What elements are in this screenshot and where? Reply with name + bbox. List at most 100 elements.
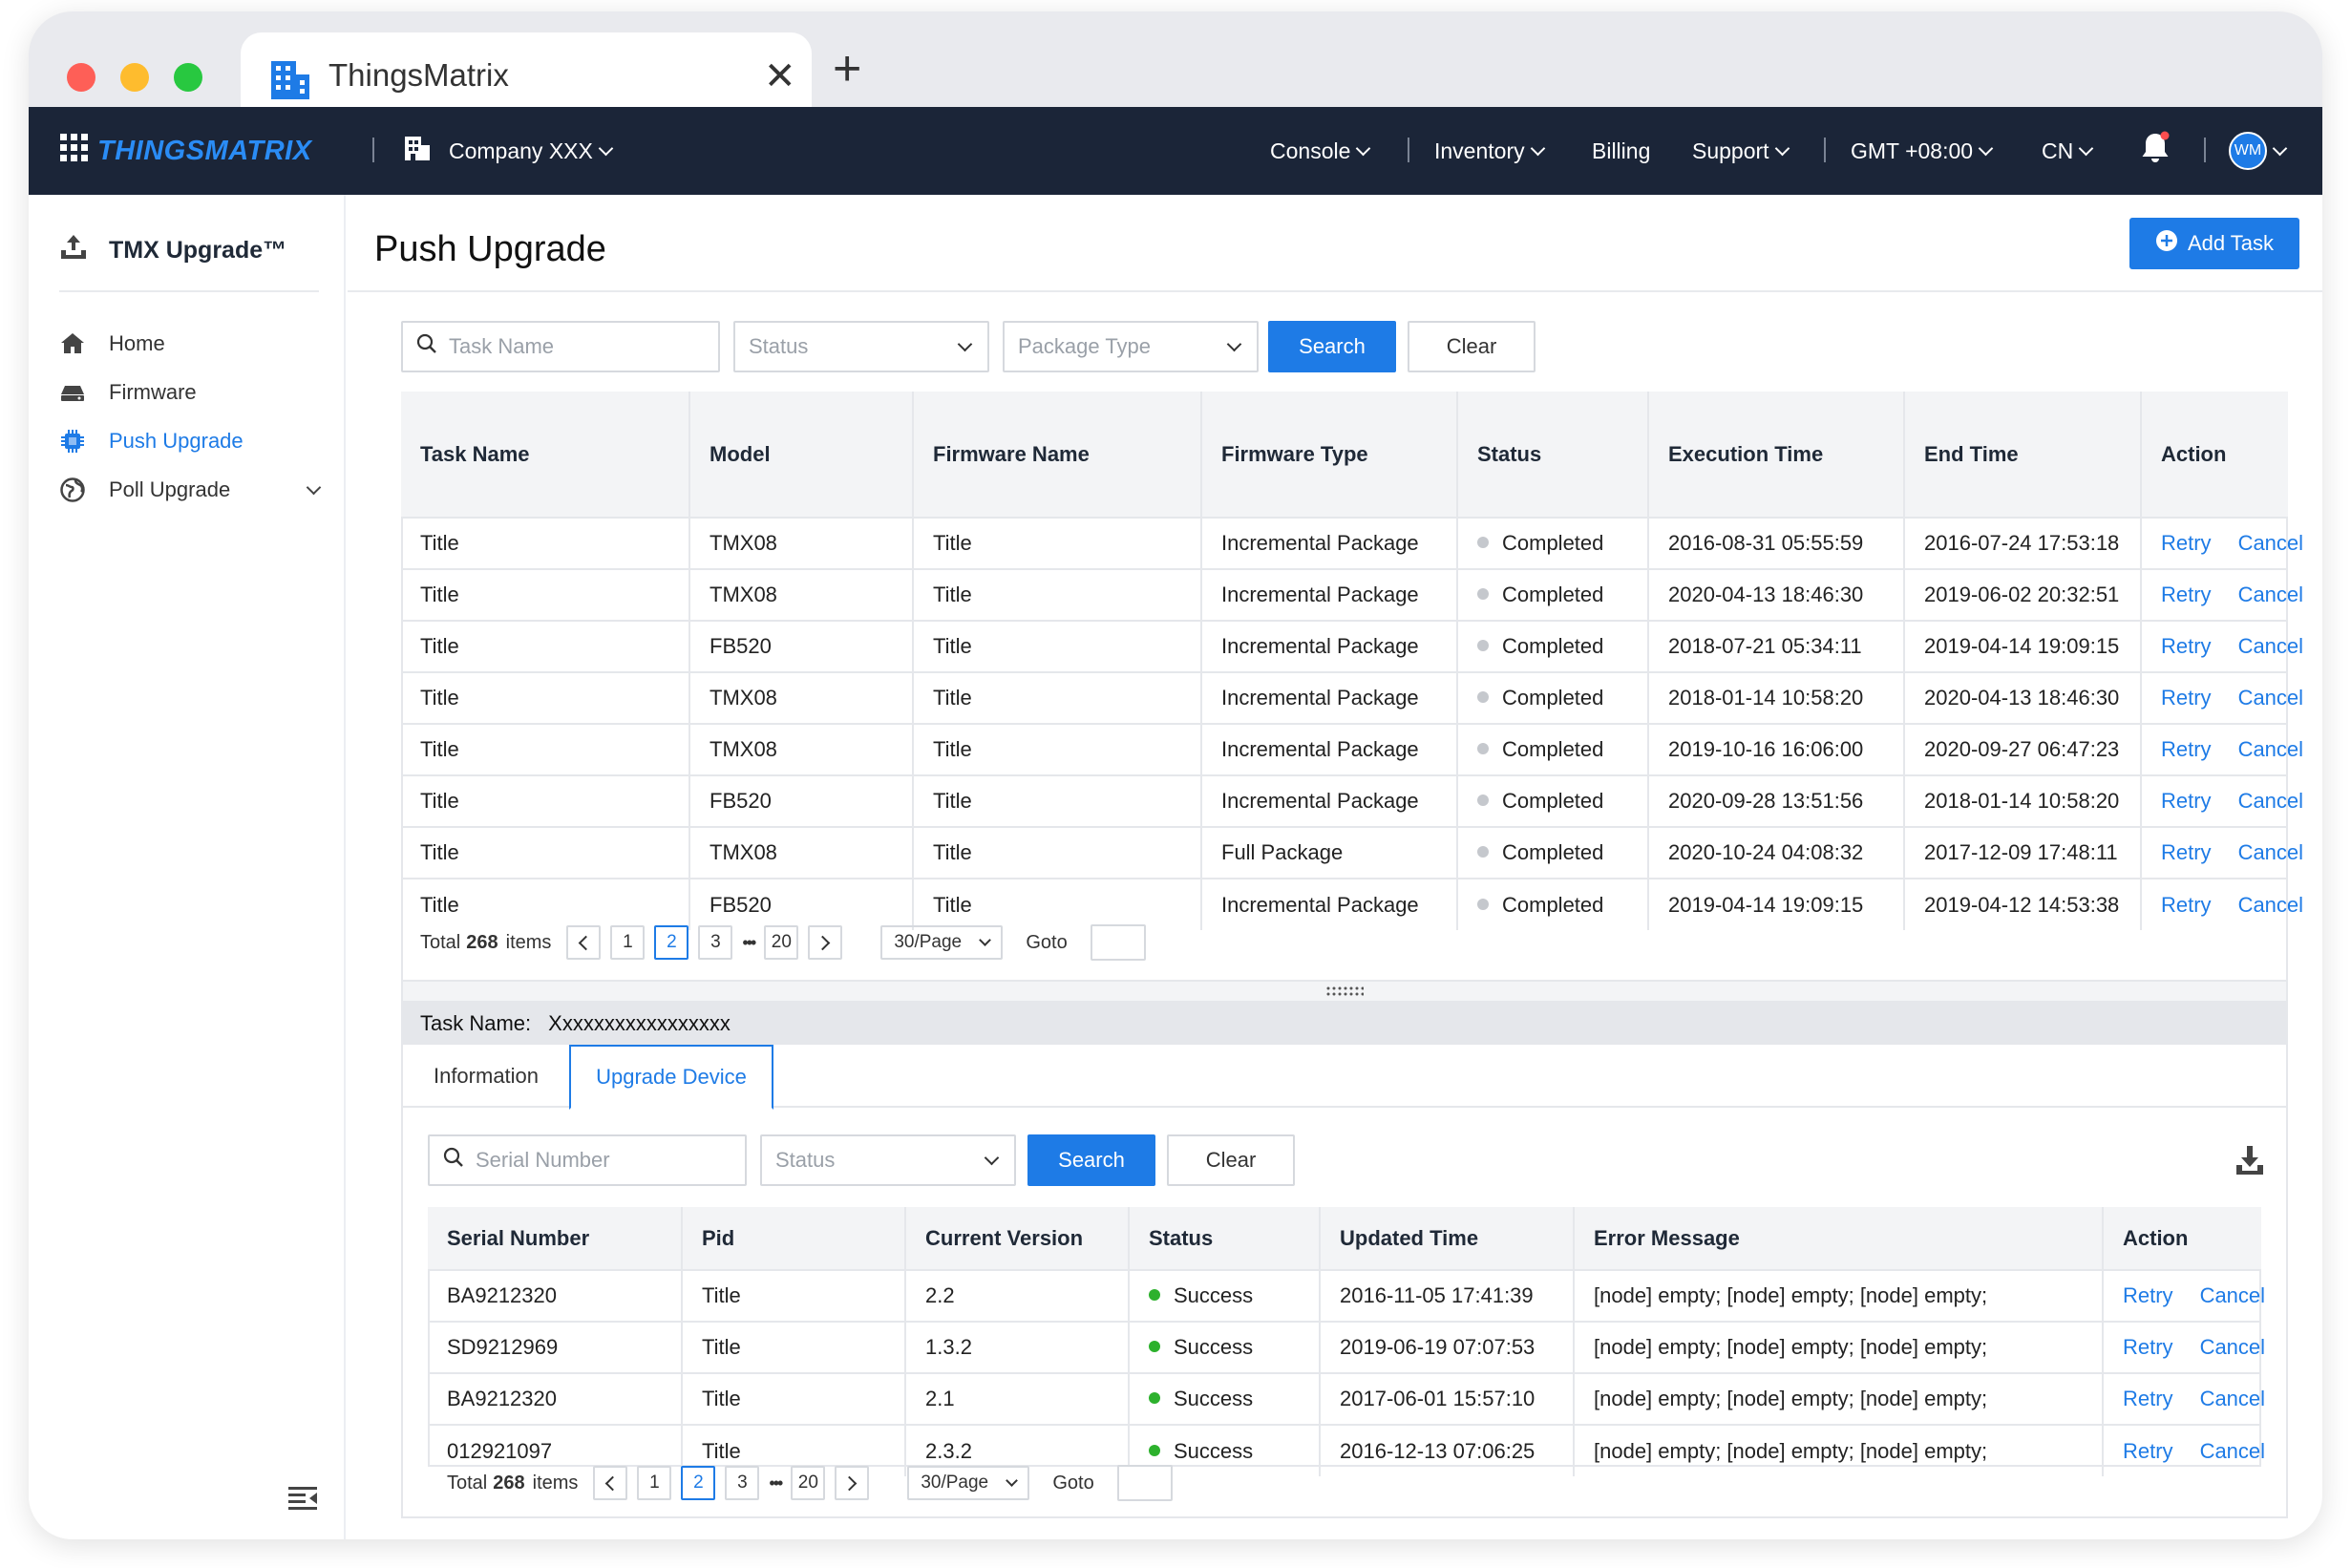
bell-icon[interactable] — [2139, 131, 2171, 171]
goto-input[interactable] — [1090, 924, 1146, 961]
cancel-link[interactable]: Cancel — [2238, 531, 2303, 555]
close-window-button[interactable] — [67, 63, 95, 92]
cancel-link[interactable]: Cancel — [2200, 1335, 2265, 1359]
page-size-select[interactable]: 30/Page — [907, 1466, 1030, 1500]
table-row[interactable]: BA9212320 Title 2.1 Success 2017-06-01 15:57… — [428, 1372, 2265, 1425]
column-header[interactable]: Pid — [682, 1207, 906, 1270]
table-row[interactable]: Title TMX08 Title Incremental Package Comple… — [401, 723, 2303, 775]
table-row[interactable]: Title TMX08 Title Full Package Completed 2020… — [401, 826, 2303, 879]
pagination-ellipsis[interactable]: ••• — [769, 1473, 783, 1494]
page-button-current[interactable]: 2 — [681, 1466, 716, 1500]
sidebar-item-firmware[interactable]: Firmware — [59, 373, 327, 412]
page-button[interactable]: 1 — [637, 1466, 672, 1500]
table-row[interactable]: Title FB520 Title Incremental Package Comple… — [401, 878, 2303, 930]
table-row[interactable]: SD9212969 Title 1.3.2 Success 2019-06-19 07:… — [428, 1321, 2265, 1373]
nav-support[interactable]: Support — [1692, 107, 1790, 195]
nav-billing[interactable]: Billing — [1592, 107, 1650, 195]
apps-grid-icon[interactable] — [59, 133, 90, 169]
page-button[interactable]: 20 — [764, 925, 799, 960]
column-header[interactable]: End Time — [1904, 392, 2142, 518]
status-select[interactable]: Status — [733, 321, 989, 372]
next-page-icon[interactable] — [808, 925, 843, 960]
sidebar-item-push-upgrade[interactable]: Push Upgrade — [59, 422, 327, 460]
column-header[interactable]: Model — [689, 392, 914, 518]
goto-input[interactable] — [1116, 1465, 1173, 1501]
retry-link[interactable]: Retry — [2123, 1439, 2173, 1463]
column-header[interactable]: Task Name — [401, 392, 690, 518]
retry-link[interactable]: Retry — [2161, 840, 2212, 864]
retry-link[interactable]: Retry — [2161, 686, 2212, 710]
retry-link[interactable]: Retry — [2161, 737, 2212, 761]
user-menu[interactable]: WM — [2229, 107, 2288, 195]
cancel-link[interactable]: Cancel — [2200, 1387, 2265, 1410]
sidebar-item-poll-upgrade[interactable]: Poll Upgrade — [59, 471, 327, 509]
page-button-current[interactable]: 2 — [654, 925, 689, 960]
page-button[interactable]: 20 — [791, 1466, 826, 1500]
column-header[interactable]: Status — [1129, 1207, 1321, 1270]
device-search-button[interactable]: Search — [1027, 1134, 1155, 1186]
language-selector[interactable]: CN — [2042, 107, 2094, 195]
page-button[interactable]: 3 — [698, 925, 733, 960]
cancel-link[interactable]: Cancel — [2200, 1439, 2265, 1463]
cancel-link[interactable]: Cancel — [2238, 634, 2303, 658]
prev-page-icon[interactable] — [566, 925, 602, 960]
column-header[interactable]: Firmware Name — [913, 392, 1202, 518]
pagination-ellipsis[interactable]: ••• — [742, 933, 756, 953]
company-selector[interactable]: Company XXX — [403, 107, 614, 195]
retry-link[interactable]: Retry — [2161, 634, 2212, 658]
table-row[interactable]: BA9212320 Title 2.2 Success 2016-11-05 17:41… — [428, 1269, 2265, 1322]
retry-link[interactable]: Retry — [2161, 583, 2212, 606]
retry-link[interactable]: Retry — [2123, 1283, 2173, 1307]
retry-link[interactable]: Retry — [2161, 789, 2212, 813]
tab-information[interactable]: Information — [403, 1045, 569, 1108]
brand-logo[interactable]: THINGSMATRIX — [59, 107, 312, 195]
clear-button[interactable]: Clear — [1408, 321, 1536, 372]
download-icon[interactable] — [2235, 1144, 2265, 1181]
next-page-icon[interactable] — [835, 1466, 870, 1500]
table-row[interactable]: Title TMX08 Title Incremental Package Comple… — [401, 517, 2303, 569]
close-tab-icon[interactable]: ✕ — [764, 57, 796, 95]
chevron-down-icon[interactable] — [306, 479, 322, 495]
cancel-link[interactable]: Cancel — [2238, 840, 2303, 864]
task-name-input[interactable]: Task Name — [401, 321, 720, 372]
table-row[interactable]: Title FB520 Title Incremental Package Comple… — [401, 774, 2303, 827]
nav-console[interactable]: Console — [1270, 107, 1371, 195]
cancel-link[interactable]: Cancel — [2238, 789, 2303, 813]
retry-link[interactable]: Retry — [2123, 1387, 2173, 1410]
column-header[interactable]: Firmware Type — [1201, 392, 1458, 518]
column-header[interactable]: Status — [1457, 392, 1649, 518]
avatar[interactable]: WM — [2229, 132, 2267, 170]
package-type-select[interactable]: Package Type — [1003, 321, 1259, 372]
page-size-select[interactable]: 30/Page — [880, 925, 1004, 960]
minimize-window-button[interactable] — [120, 63, 149, 92]
retry-link[interactable]: Retry — [2161, 893, 2212, 917]
timezone-selector[interactable]: GMT +08:00 — [1851, 107, 1994, 195]
device-clear-button[interactable]: Clear — [1167, 1134, 1295, 1186]
column-header[interactable]: Updated Time — [1320, 1207, 1575, 1270]
column-header[interactable]: Serial Number — [428, 1207, 683, 1270]
sidebar-item-home[interactable]: Home — [59, 325, 327, 363]
prev-page-icon[interactable] — [593, 1466, 628, 1500]
table-row[interactable]: Title FB520 Title Incremental Package Comple… — [401, 620, 2303, 672]
page-button[interactable]: 3 — [725, 1466, 760, 1500]
collapse-sidebar-icon[interactable] — [286, 1484, 319, 1517]
page-button[interactable]: 1 — [610, 925, 646, 960]
cancel-link[interactable]: Cancel — [2238, 583, 2303, 606]
table-row[interactable]: Title TMX08 Title Incremental Package Comple… — [401, 671, 2303, 724]
serial-number-input[interactable]: Serial Number — [428, 1134, 747, 1186]
column-header[interactable]: Error Message — [1574, 1207, 2104, 1270]
zoom-window-button[interactable] — [174, 63, 202, 92]
column-header[interactable]: Current Version — [905, 1207, 1130, 1270]
cancel-link[interactable]: Cancel — [2200, 1283, 2265, 1307]
search-button[interactable]: Search — [1268, 321, 1396, 372]
cancel-link[interactable]: Cancel — [2238, 737, 2303, 761]
device-status-select[interactable]: Status — [760, 1134, 1016, 1186]
new-tab-icon[interactable]: + — [833, 44, 861, 94]
tab-upgrade-device[interactable]: Upgrade Device — [569, 1045, 773, 1110]
table-row[interactable]: Title TMX08 Title Incremental Package Comple… — [401, 568, 2303, 621]
cancel-link[interactable]: Cancel — [2238, 686, 2303, 710]
retry-link[interactable]: Retry — [2161, 531, 2212, 555]
resize-handle[interactable] — [401, 982, 2288, 1003]
nav-inventory[interactable]: Inventory — [1434, 107, 1545, 195]
retry-link[interactable]: Retry — [2123, 1335, 2173, 1359]
